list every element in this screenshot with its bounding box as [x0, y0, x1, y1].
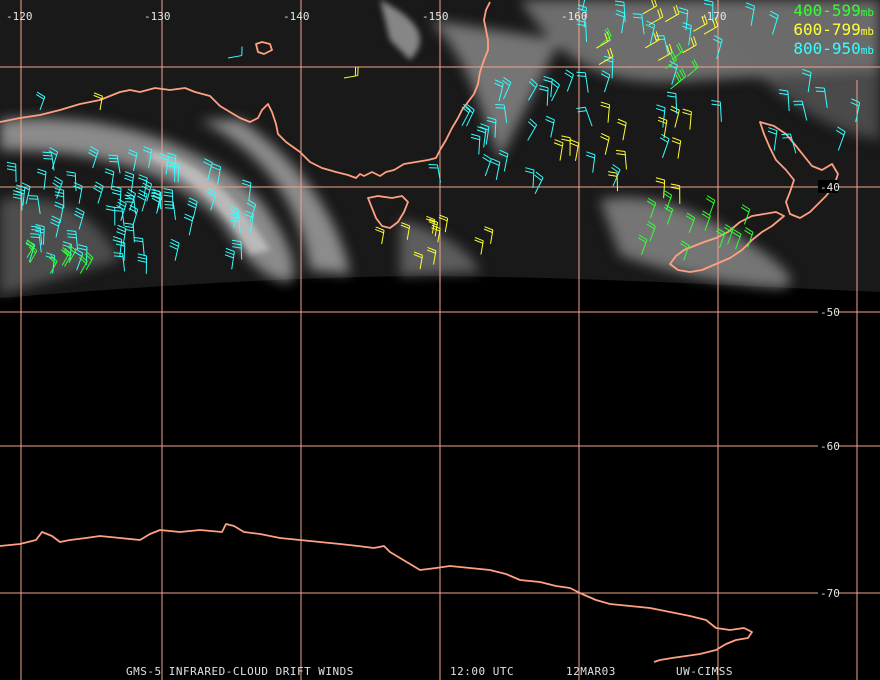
lon-label: -160 — [561, 10, 588, 23]
wind-barb-flag — [164, 200, 174, 203]
wind-barb-flag — [495, 107, 505, 109]
product-title: GMS-5 INFRARED-CLOUD DRIFT WINDS — [126, 665, 354, 678]
wind-barb — [616, 173, 619, 192]
lon-label: -130 — [144, 10, 171, 23]
lat-label: -40 — [820, 181, 840, 194]
wind-barb-flag — [576, 75, 586, 77]
lat-label: -50 — [820, 306, 840, 319]
date-label: 12MAR03 — [566, 665, 616, 678]
lon-label: -140 — [283, 10, 310, 23]
wind-barb-flag — [495, 103, 505, 106]
satellite-map: -120 -130 -140 -150 -160 -170 -40 -50 -6… — [0, 0, 880, 680]
wind-barb-flag — [42, 154, 52, 157]
lon-label: -170 — [700, 10, 727, 23]
lon-label: -120 — [6, 10, 33, 23]
wind-barb-flag — [42, 151, 52, 154]
wind-barb-flag — [782, 136, 792, 139]
wind-barb-flag — [781, 133, 791, 136]
footer-caption: GMS-5 INFRARED-CLOUD DRIFT WINDS 12:00 U… — [0, 664, 880, 678]
lat-label: -60 — [820, 440, 840, 453]
lat-label: -70 — [820, 587, 840, 600]
wind-barb-flag — [164, 204, 174, 206]
legend-item: 800-950mb — [793, 39, 874, 58]
source-label: UW-CIMSS — [676, 665, 733, 678]
lon-label: -150 — [422, 10, 449, 23]
wind-barb-flag — [43, 158, 53, 160]
wind-barb-flag — [815, 90, 825, 93]
wind-barb-flag — [815, 87, 825, 89]
legend-item: 600-799mb — [793, 20, 874, 39]
legend-item: 400-599mb — [793, 1, 874, 20]
pressure-legend: 400-599mb 600-799mb 800-950mb — [793, 2, 874, 59]
wind-barb-flag — [576, 71, 586, 74]
time-label: 12:00 UTC — [450, 665, 515, 678]
